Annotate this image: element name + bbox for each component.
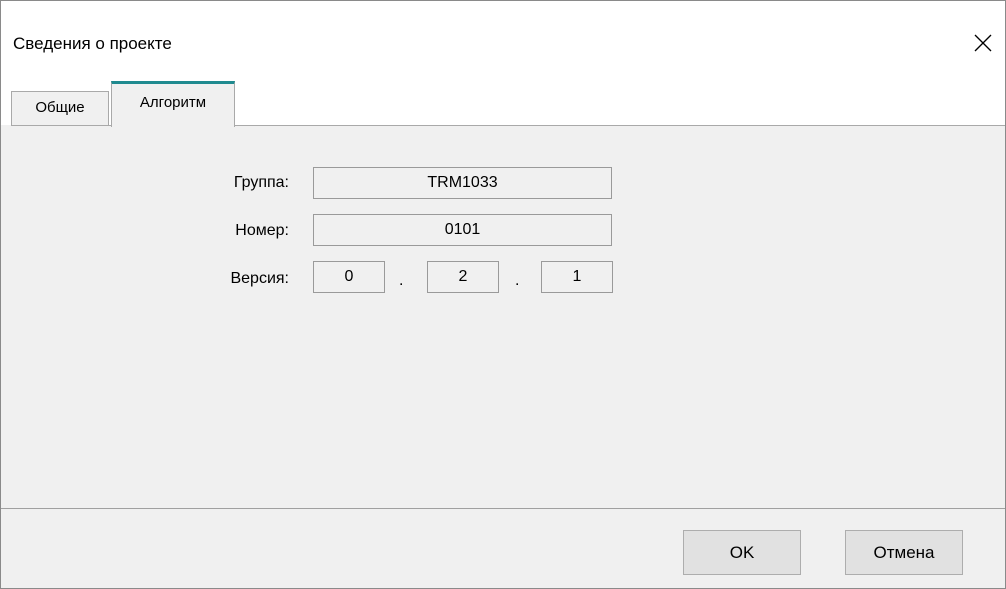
group-label: Группа:	[233, 174, 289, 191]
group-field[interactable]: TRM1033	[313, 167, 612, 199]
title-bar: Сведения о проекте	[1, 1, 1005, 69]
version-patch-field[interactable]: 1	[541, 261, 613, 293]
number-label: Номер:	[235, 222, 289, 239]
version-label: Версия:	[230, 270, 289, 287]
dialog-title: Сведения о проекте	[13, 34, 172, 53]
tab-general[interactable]: Общие	[11, 91, 109, 125]
number-field[interactable]: 0101	[313, 214, 612, 246]
tab-general-label: Общие	[35, 99, 85, 116]
cancel-button[interactable]: Отмена	[845, 530, 963, 575]
close-icon	[974, 34, 992, 52]
version-separator-2: .	[515, 272, 520, 289]
tab-algorithm[interactable]: Алгоритм	[111, 81, 235, 127]
version-minor-field[interactable]: 2	[427, 261, 499, 293]
version-separator-1: .	[399, 272, 404, 289]
project-info-dialog: Сведения о проекте Общие Алгоритм Группа…	[0, 0, 1006, 589]
tab-algorithm-label: Алгоритм	[139, 94, 207, 111]
close-button[interactable]	[961, 23, 1005, 63]
ok-button[interactable]: OK	[683, 530, 801, 575]
version-major-field[interactable]: 0	[313, 261, 385, 293]
